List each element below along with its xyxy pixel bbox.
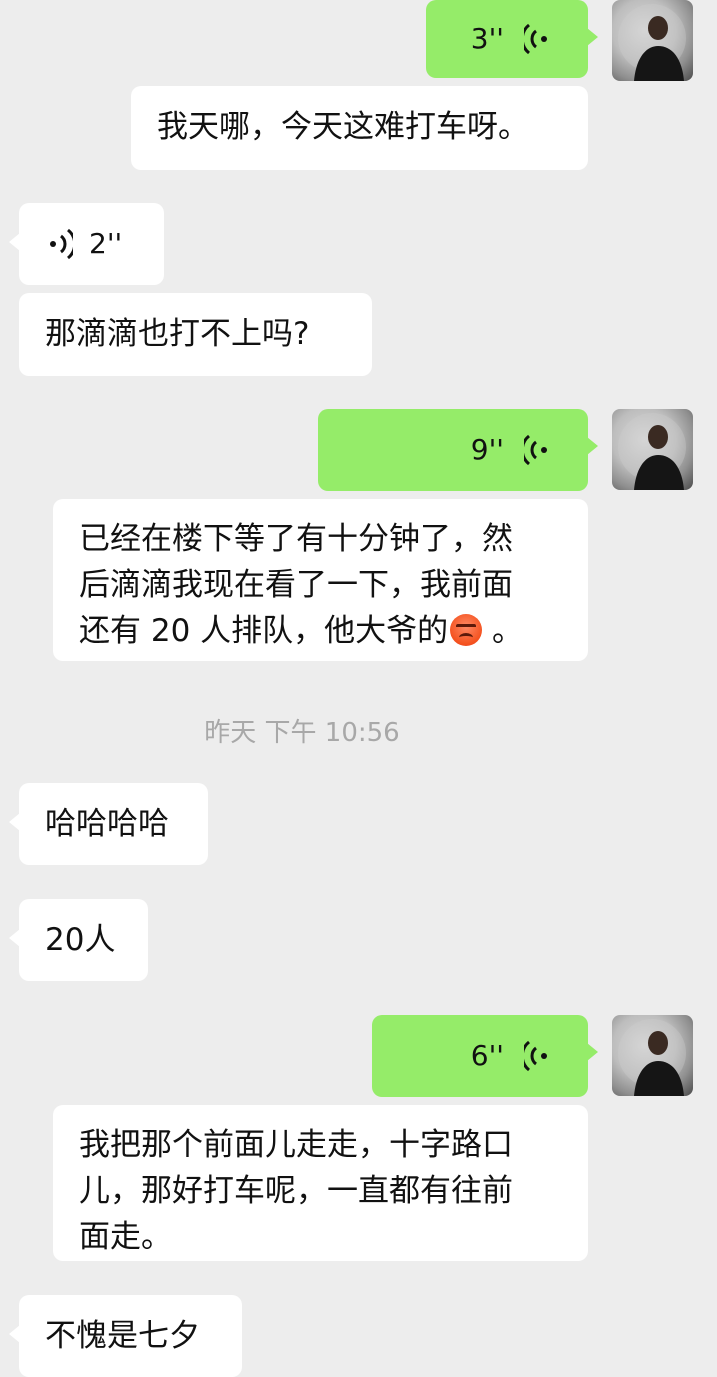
message-line: 还有 20 人排队，他大爷的 [79, 613, 449, 649]
message-line: 后滴滴我现在看了一下，我前面 [79, 567, 513, 603]
message-bubble[interactable]: 20人 [9, 899, 148, 981]
message-line: 儿，那好打车呢，一直都有往前 [79, 1173, 513, 1209]
avatar[interactable] [612, 0, 693, 81]
voice-message-bubble[interactable]: 2'' [9, 203, 164, 285]
message-text: 20人 [45, 922, 116, 958]
angry-face-emoji-icon [450, 614, 483, 646]
message-text: 那滴滴也打不上吗? [45, 316, 310, 352]
voice-duration: 9'' [470, 433, 504, 466]
message-bubble[interactable]: 哈哈哈哈 [9, 783, 208, 865]
voice-wave-icon [47, 227, 73, 261]
avatar[interactable] [612, 1015, 693, 1096]
message-line: 面走。 [79, 1219, 172, 1255]
avatar[interactable] [612, 409, 693, 490]
voice-message-bubble[interactable]: 3'' [426, 0, 598, 78]
message-bubble[interactable]: 那滴滴也打不上吗? [19, 293, 372, 376]
voice-duration: 2'' [89, 227, 123, 260]
voice-duration: 3'' [470, 22, 504, 55]
message-bubble[interactable]: 我把那个前面儿走走，十字路口 儿，那好打车呢，一直都有往前 面走。 [53, 1105, 588, 1261]
message-text: 哈哈哈哈 [45, 806, 169, 842]
chat-area[interactable]: 3'' 我天哪，今天这难打车呀。 2'' 那滴滴也打不上吗? 9'' 已经在楼下… [0, 0, 717, 1377]
message-bubble[interactable]: 我天哪，今天这难打车呀。 [131, 86, 588, 170]
message-line: 我把那个前面儿走走，十字路口 [79, 1127, 513, 1163]
voice-wave-icon [524, 22, 550, 56]
voice-message-bubble[interactable]: 9'' [318, 409, 598, 491]
message-text: 不愧是七夕 [45, 1318, 200, 1354]
message-trailing: 。 [482, 613, 524, 649]
voice-wave-icon [524, 1039, 550, 1073]
timestamp: 昨天 下午 10:56 [204, 718, 400, 748]
message-line: 已经在楼下等了有十分钟了，然 [79, 521, 513, 557]
message-text: 我天哪，今天这难打车呀。 [157, 109, 529, 145]
message-bubble[interactable]: 不愧是七夕 [9, 1295, 242, 1377]
message-bubble[interactable]: 已经在楼下等了有十分钟了，然 后滴滴我现在看了一下，我前面 还有 20 人排队，… [53, 499, 588, 661]
voice-message-bubble[interactable]: 6'' [372, 1015, 598, 1097]
voice-duration: 6'' [470, 1039, 504, 1072]
voice-wave-icon [524, 433, 550, 467]
